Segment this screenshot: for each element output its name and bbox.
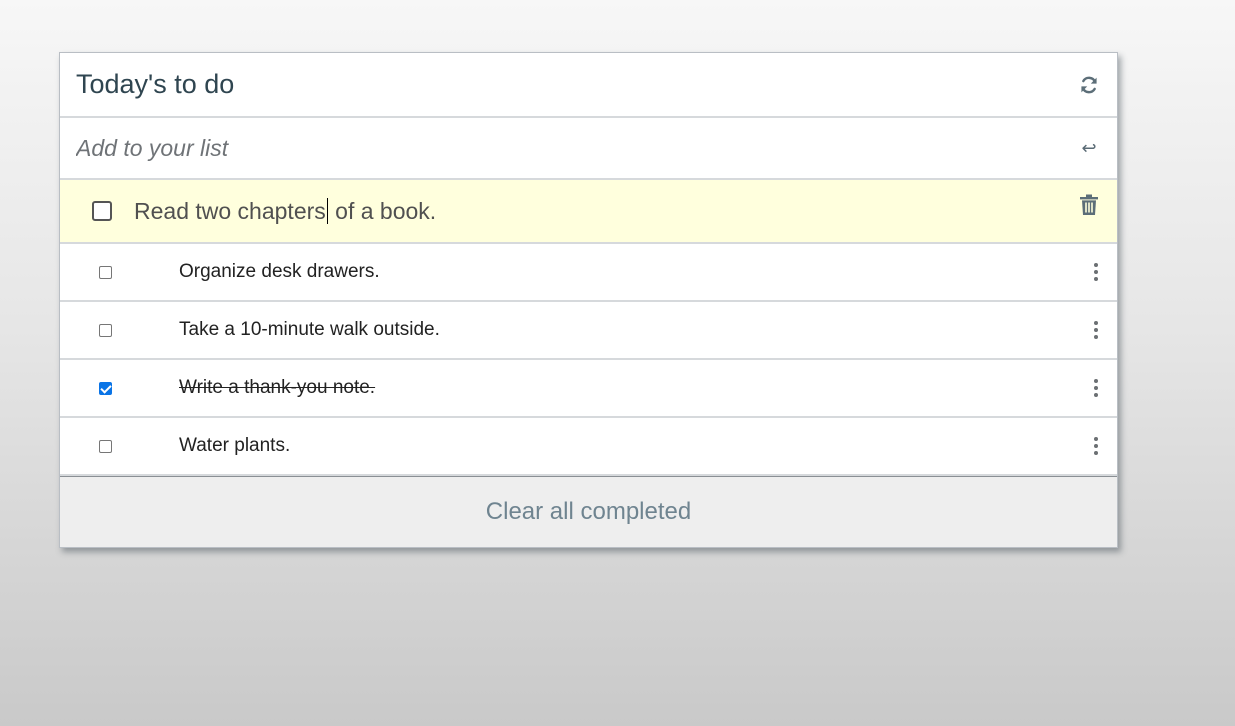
editing-todo-row: Read two chapters of a book. xyxy=(60,180,1117,244)
todo-text[interactable]: Take a 10-minute walk outside. xyxy=(179,319,1091,341)
todo-row: Water plants. xyxy=(60,418,1117,476)
todo-text[interactable]: Organize desk drawers. xyxy=(179,261,1091,283)
todo-text-completed[interactable]: Write a thank-you note. xyxy=(179,377,1091,399)
more-options-icon[interactable] xyxy=(1091,436,1101,456)
editing-todo-text[interactable]: Read two chapters of a book. xyxy=(134,197,1099,225)
todo-text[interactable]: Water plants. xyxy=(179,435,1091,457)
refresh-icon xyxy=(1081,76,1097,93)
panel-header: Today's to do xyxy=(60,53,1117,118)
delete-todo-button[interactable] xyxy=(1079,194,1099,216)
todo-row: Take a 10-minute walk outside. xyxy=(60,302,1117,360)
editing-todo-checkbox[interactable] xyxy=(92,201,112,221)
todo-checkbox[interactable] xyxy=(99,323,112,337)
refresh-button[interactable] xyxy=(1077,73,1101,97)
todo-checkbox[interactable] xyxy=(99,439,112,453)
page-title: Today's to do xyxy=(76,69,235,99)
more-options-icon[interactable] xyxy=(1091,262,1101,282)
editing-text-before-caret: Read two chapters xyxy=(134,197,326,224)
trash-icon xyxy=(1080,194,1098,215)
clear-completed-button[interactable]: Clear all completed xyxy=(60,476,1117,547)
todo-checkbox[interactable] xyxy=(99,265,112,279)
todo-row: Organize desk drawers. xyxy=(60,244,1117,302)
editing-text-after-caret: of a book. xyxy=(328,197,437,224)
more-options-icon[interactable] xyxy=(1091,320,1101,340)
text-caret xyxy=(326,197,328,224)
todo-row: Write a thank-you note. xyxy=(60,360,1117,418)
add-item-input[interactable] xyxy=(76,134,976,162)
todo-panel: Today's to do ↩ Read two chapters of a b… xyxy=(59,52,1118,548)
enter-icon[interactable]: ↩ xyxy=(1077,138,1101,159)
todo-checkbox-checked[interactable] xyxy=(99,381,112,395)
more-options-icon[interactable] xyxy=(1091,378,1101,398)
add-item-row: ↩ xyxy=(60,118,1117,180)
